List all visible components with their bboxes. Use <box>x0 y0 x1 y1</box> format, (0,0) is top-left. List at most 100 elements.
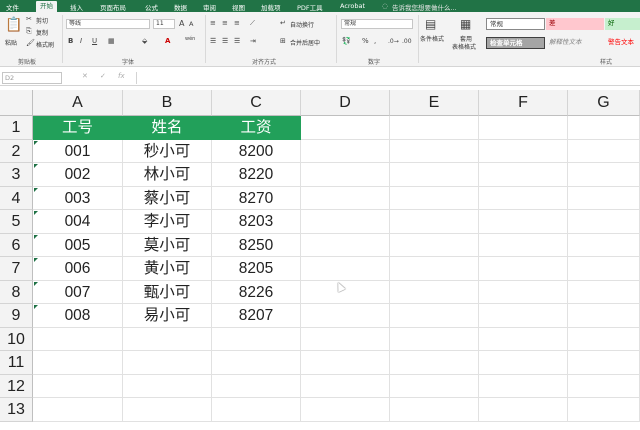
empty-cell[interactable] <box>479 210 568 234</box>
style-bad[interactable]: 差 <box>546 18 604 30</box>
align-center-icon[interactable]: ☰ <box>222 37 228 46</box>
currency-icon[interactable]: 💱 <box>342 37 351 46</box>
data-cell[interactable]: 008 <box>33 304 123 328</box>
empty-cell[interactable] <box>301 280 390 304</box>
row-header[interactable]: 13 <box>0 398 33 422</box>
align-left-icon[interactable]: ☰ <box>210 37 216 46</box>
data-cell[interactable]: 003 <box>33 186 123 210</box>
tab-insert[interactable]: 插入 <box>70 2 83 12</box>
empty-cell[interactable] <box>390 280 479 304</box>
empty-cell[interactable] <box>301 398 390 422</box>
empty-cell[interactable] <box>390 163 479 187</box>
empty-cell[interactable] <box>479 186 568 210</box>
empty-cell[interactable] <box>568 186 640 210</box>
data-cell[interactable]: 8200 <box>212 139 301 163</box>
tab-review[interactable]: 审阅 <box>203 2 216 12</box>
align-right-icon[interactable]: ☰ <box>234 37 240 46</box>
empty-cell[interactable] <box>301 257 390 281</box>
tab-formulas[interactable]: 公式 <box>145 2 158 12</box>
empty-cell[interactable] <box>390 351 479 375</box>
data-cell[interactable]: 8270 <box>212 186 301 210</box>
row-header[interactable]: 8 <box>0 280 33 304</box>
tab-pdf-tools[interactable]: PDF工具 <box>297 2 323 12</box>
empty-cell[interactable] <box>568 163 640 187</box>
empty-cell[interactable] <box>568 116 640 140</box>
empty-cell[interactable] <box>301 163 390 187</box>
empty-cell[interactable] <box>33 374 123 398</box>
style-warning[interactable]: 警告文本 <box>605 37 640 49</box>
increase-decimal-icon[interactable]: .0→ <box>388 37 399 46</box>
row-header[interactable]: 3 <box>0 163 33 187</box>
empty-cell[interactable] <box>301 351 390 375</box>
empty-cell[interactable] <box>479 163 568 187</box>
empty-cell[interactable] <box>301 233 390 257</box>
data-cell[interactable]: 秒小可 <box>123 139 212 163</box>
empty-cell[interactable] <box>479 139 568 163</box>
empty-cell[interactable] <box>568 233 640 257</box>
data-cell[interactable]: 004 <box>33 210 123 234</box>
style-good[interactable]: 好 <box>605 18 640 30</box>
column-header-b[interactable]: B <box>123 90 212 116</box>
data-cell[interactable]: 002 <box>33 163 123 187</box>
empty-cell[interactable] <box>390 398 479 422</box>
data-cell[interactable]: 001 <box>33 139 123 163</box>
empty-cell[interactable] <box>479 374 568 398</box>
cancel-icon[interactable]: ✕ <box>82 72 88 80</box>
data-cell[interactable]: 8226 <box>212 280 301 304</box>
align-bottom-icon[interactable]: ≡ <box>234 19 240 28</box>
column-header-a[interactable]: A <box>33 90 123 116</box>
empty-cell[interactable] <box>568 398 640 422</box>
data-cell[interactable]: 蔡小可 <box>123 186 212 210</box>
conditional-format-icon[interactable]: ▤ <box>425 17 436 31</box>
empty-cell[interactable] <box>123 398 212 422</box>
cut-button[interactable]: 剪切 <box>36 16 48 25</box>
paste-icon[interactable]: 📋 <box>5 18 22 32</box>
empty-cell[interactable] <box>479 233 568 257</box>
merge-icon[interactable]: ⊞ <box>280 37 286 46</box>
tab-data[interactable]: 数据 <box>174 2 187 12</box>
header-cell[interactable]: 姓名 <box>123 116 212 140</box>
percent-button[interactable]: % <box>362 37 369 46</box>
row-header[interactable]: 12 <box>0 374 33 398</box>
empty-cell[interactable] <box>390 327 479 351</box>
empty-cell[interactable] <box>212 374 301 398</box>
column-header-c[interactable]: C <box>212 90 301 116</box>
row-header[interactable]: 7 <box>0 257 33 281</box>
empty-cell[interactable] <box>479 116 568 140</box>
italic-button[interactable]: I <box>80 37 82 46</box>
bold-button[interactable]: B <box>68 37 73 46</box>
select-all-button[interactable] <box>0 90 33 116</box>
tell-me-search[interactable]: 告诉我您想要做什么... <box>392 2 457 12</box>
tab-file[interactable]: 文件 <box>6 2 19 12</box>
shrink-font-button[interactable]: A <box>189 20 193 29</box>
empty-cell[interactable] <box>568 257 640 281</box>
style-check-cell[interactable]: 检查单元格 <box>486 37 545 49</box>
data-cell[interactable]: 8207 <box>212 304 301 328</box>
empty-cell[interactable] <box>212 398 301 422</box>
border-icon[interactable]: ▦ <box>108 37 115 46</box>
row-header[interactable]: 4 <box>0 186 33 210</box>
data-cell[interactable]: 李小可 <box>123 210 212 234</box>
empty-cell[interactable] <box>301 374 390 398</box>
row-header[interactable]: 6 <box>0 233 33 257</box>
comma-button[interactable]: , <box>374 37 376 46</box>
empty-cell[interactable] <box>390 210 479 234</box>
empty-cell[interactable] <box>479 257 568 281</box>
data-cell[interactable]: 8203 <box>212 210 301 234</box>
empty-cell[interactable] <box>568 304 640 328</box>
empty-cell[interactable] <box>568 139 640 163</box>
empty-cell[interactable] <box>479 351 568 375</box>
empty-cell[interactable] <box>301 139 390 163</box>
data-cell[interactable]: 黄小可 <box>123 257 212 281</box>
copy-icon[interactable]: ⎘ <box>26 27 32 36</box>
row-header[interactable]: 10 <box>0 327 33 351</box>
empty-cell[interactable] <box>212 351 301 375</box>
empty-cell[interactable] <box>390 257 479 281</box>
data-cell[interactable]: 易小可 <box>123 304 212 328</box>
row-header[interactable]: 11 <box>0 351 33 375</box>
empty-cell[interactable] <box>33 398 123 422</box>
data-cell[interactable]: 007 <box>33 280 123 304</box>
format-painter-icon[interactable]: 🖌 <box>26 39 35 48</box>
empty-cell[interactable] <box>479 304 568 328</box>
header-cell[interactable]: 工资 <box>212 116 301 140</box>
